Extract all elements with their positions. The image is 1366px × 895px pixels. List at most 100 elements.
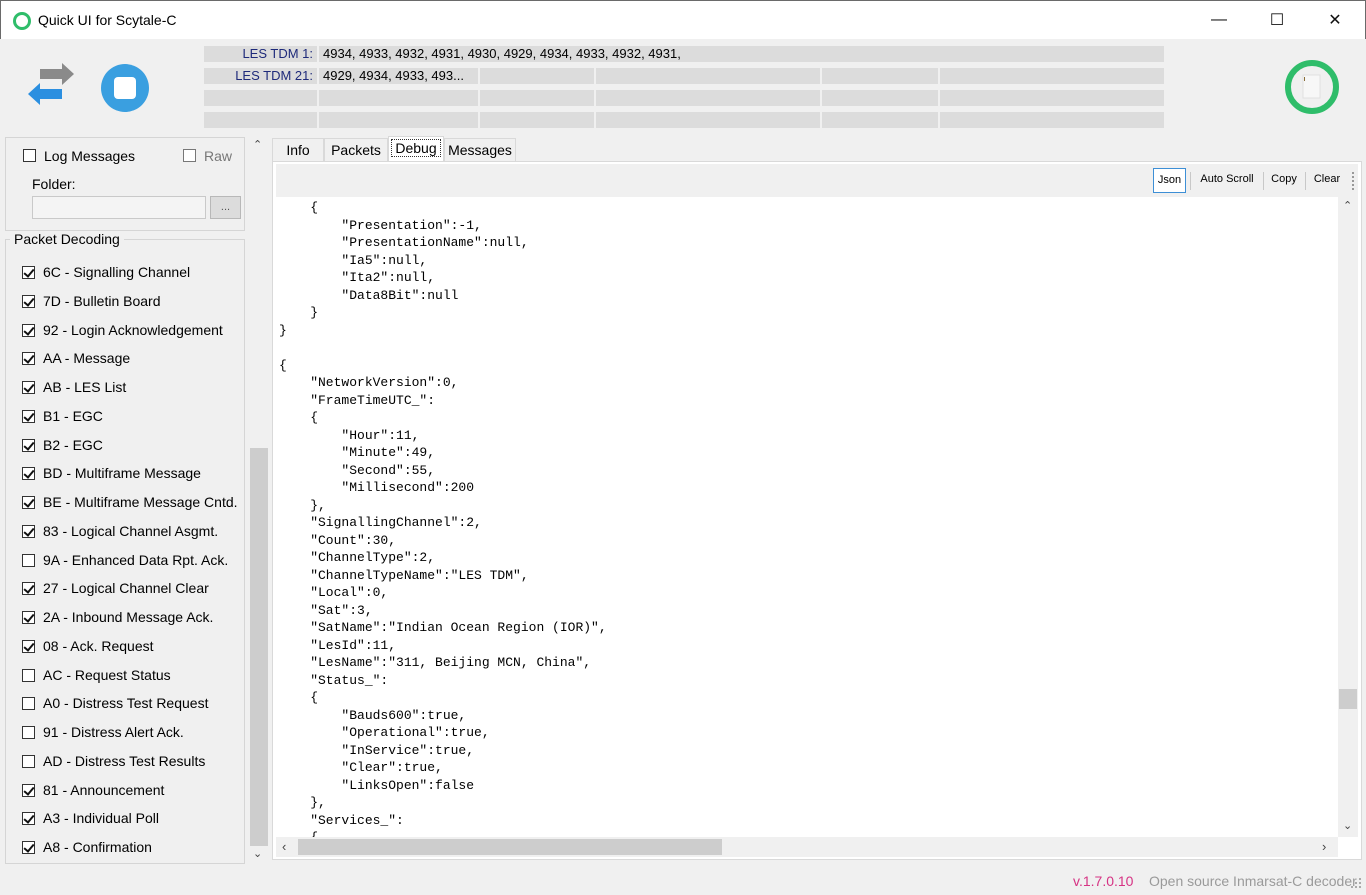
scroll-up-icon[interactable]: ⌃ [1343,199,1352,212]
tab-messages[interactable]: Messages [444,138,516,161]
raw-checkbox[interactable] [183,149,196,162]
tdm-cell [822,90,938,106]
debug-horizontal-scrollbar[interactable]: ‹ › [276,837,1338,857]
packet-type-checkbox[interactable] [22,409,35,423]
packet-type-label: 2A - Inbound Message Ack. [43,609,214,625]
packet-type-checkbox[interactable] [22,639,35,653]
packet-type-checkbox[interactable] [22,381,35,394]
minimize-button[interactable]: — [1190,1,1248,39]
packet-type-checkbox[interactable] [22,754,35,768]
window-title: Quick UI for Scytale-C [38,12,177,28]
browse-folder-button[interactable]: ... [210,196,241,219]
packet-type-checkbox[interactable] [22,697,35,711]
packet-type-label: 7D - Bulletin Board [43,292,161,309]
packet-type-label: 81 - Announcement [43,781,165,798]
tab-debug[interactable]: Debug [388,136,444,161]
scroll-thumb[interactable] [250,448,268,846]
tdm-cell [940,90,1164,106]
stop-icon[interactable] [100,63,150,113]
log-messages-label: Log Messages [44,148,136,164]
tab-info[interactable]: Info [272,138,324,161]
packet-type-label: 91 - Distress Alert Ack. [43,724,184,740]
packet-type-checkbox[interactable] [22,496,35,509]
packet-type-checkbox[interactable] [22,438,35,452]
status-bar: v.1.7.0.10 Open source Inmarsat-C decode… [0,867,1366,895]
debug-output[interactable]: { "Presentation":-1, "PresentationName":… [279,199,1335,837]
packet-type-checkbox[interactable] [22,266,35,279]
minimize-icon: — [1211,11,1227,28]
clear-button[interactable]: Clear [1309,168,1345,193]
resize-grip-icon[interactable] [1350,877,1362,889]
tdm-cell [480,112,594,128]
log-messages-checkbox[interactable] [23,149,36,162]
left-panel: Log Messages Raw Folder: ... Packet Deco… [0,137,270,867]
swap-arrows-icon[interactable] [26,63,76,109]
packet-type-label: BE - Multiframe Message Cntd. [43,494,238,510]
tdm-cell [596,68,820,84]
copy-button[interactable]: Copy [1267,168,1301,193]
scroll-down-icon[interactable]: ⌄ [253,847,262,860]
scroll-right-icon[interactable]: › [1322,839,1326,854]
toolbar-grip[interactable] [1352,172,1355,190]
tdm-cell [596,112,820,128]
packet-type-label: AD - Distress Test Results [43,752,206,769]
packet-type-checkbox[interactable] [22,352,35,366]
tdm-cell [319,90,478,106]
packet-type-label: BD - Multiframe Message [43,465,201,482]
scroll-left-icon[interactable]: ‹ [282,839,286,854]
tab-packets[interactable]: Packets [324,138,388,161]
packet-type-checkbox[interactable] [22,812,35,826]
auto-scroll-button[interactable]: Auto Scroll [1195,168,1259,193]
close-button[interactable]: ✕ [1306,1,1364,39]
packet-type-label: 08 - Ack. Request [43,637,154,654]
status-ring-icon [1285,60,1339,114]
logging-group: Log Messages Raw Folder: ... [5,137,245,231]
tdm-cell [204,112,317,128]
toolbar-separator [1305,172,1306,190]
json-toggle-button[interactable]: Json [1153,168,1186,193]
scroll-thumb[interactable] [1339,689,1357,709]
packet-type-checkbox[interactable] [22,611,35,624]
tdm-cell [319,112,478,128]
packet-type-checkbox[interactable] [22,783,35,797]
packet-type-checkbox[interactable] [22,582,35,596]
tab-label: Messages [448,142,512,158]
tdm-cell [480,90,594,106]
status-description: Open source Inmarsat-C decoder [1149,873,1357,889]
packet-type-checkbox[interactable] [22,726,35,739]
packet-type-label: B2 - EGC [43,436,103,453]
raw-label: Raw [204,148,233,164]
tdm-cell [822,68,938,84]
packet-type-checkbox[interactable] [22,668,35,682]
tdm-label: LES TDM 21: [204,68,317,84]
packet-type-checkbox[interactable] [22,553,35,567]
packet-type-checkbox[interactable] [22,294,35,308]
left-panel-scrollbar[interactable]: ⌃ ⌄ [249,137,269,865]
packet-type-checkbox[interactable] [22,323,35,337]
tdm-cell [596,90,820,106]
packet-type-label: AC - Request Status [43,666,171,683]
packet-type-label: B1 - EGC [43,407,103,424]
debug-vertical-scrollbar[interactable]: ⌃ ⌄ [1338,197,1358,837]
packet-type-label: A0 - Distress Test Request [43,695,209,712]
packet-type-label: A8 - Confirmation [43,839,152,855]
scroll-thumb[interactable] [298,839,722,855]
toolbar-separator [1263,172,1264,190]
scroll-down-icon[interactable]: ⌄ [1343,819,1352,832]
packet-type-checkbox[interactable] [22,841,35,854]
tdm-cell [822,112,938,128]
tdm-frame-list: 4934, 4933, 4932, 4931, 4930, 4929, 4934… [319,46,1164,62]
folder-label: Folder: [32,176,76,192]
folder-input[interactable] [32,196,206,219]
tab-label: Info [286,142,310,158]
maximize-button[interactable]: ☐ [1248,1,1306,39]
scroll-up-icon[interactable]: ⌃ [253,138,262,151]
close-icon: ✕ [1328,12,1342,29]
packet-type-checkbox[interactable] [22,467,35,481]
tdm-frame-list: 4929, 4934, 4933, 493... [319,68,478,84]
packet-decoding-title: Packet Decoding [10,231,124,247]
packet-type-label: AA - Message [43,350,131,367]
packet-type-label: AB - LES List [43,379,127,395]
packet-type-checkbox[interactable] [22,524,35,538]
title-bar: Quick UI for Scytale-C — ☐ ✕ [0,0,1366,39]
